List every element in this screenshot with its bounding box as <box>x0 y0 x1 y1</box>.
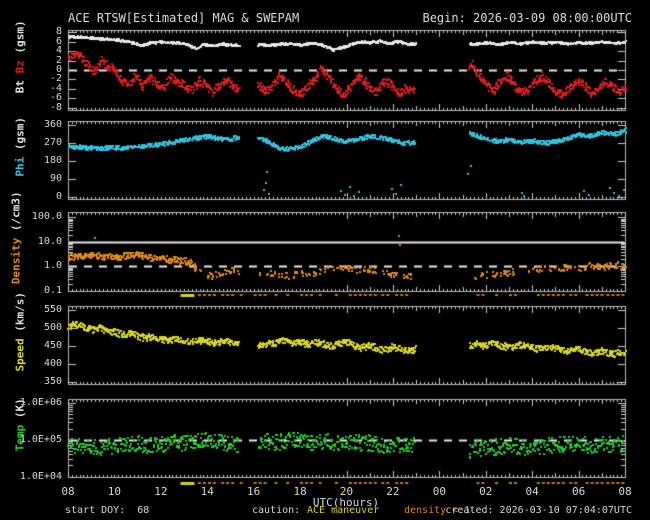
y-tick-label-temp: 1.0E+04 <box>19 471 62 482</box>
x-tick-label: 14 <box>200 485 214 498</box>
x-tick-label: 06 <box>571 485 586 498</box>
y-tick-label-phi: 0 <box>55 191 62 202</box>
y-tick-label-speed: 350 <box>43 376 62 387</box>
plot-title: ACE RTSW[Estimated] MAG & SWEPAM <box>68 11 300 25</box>
x-tick-label: 16 <box>247 485 261 498</box>
y-tick-label-speed: 450 <box>43 340 62 351</box>
start-doy-label: start DOY: 68 <box>65 505 150 516</box>
y-tick-label-temp: 1.0E+05 <box>19 434 62 445</box>
caution-maneuver-label: ACE maneuver <box>307 505 380 516</box>
created-timestamp: created: 2026-03-10 07:04:07UTC <box>445 505 632 516</box>
y-tick-label-phi: 90 <box>49 173 62 184</box>
y-tick-label-temp: 1.0E+06 <box>19 397 62 408</box>
y-tick-label-density: 100.0 <box>31 211 62 222</box>
y-tick-label-density: 0.1 <box>43 285 62 296</box>
x-tick-label: 10 <box>107 485 122 498</box>
begin-timestamp: Begin: 2026-03-09 08:00:00UTC <box>422 11 632 25</box>
x-tick-label: 04 <box>525 485 539 498</box>
x-tick-label: 00 <box>432 485 446 498</box>
y-tick-label-phi: 270 <box>43 137 62 148</box>
y-tick-label-density: 10.0 <box>37 236 62 247</box>
x-tick-label: 22 <box>386 485 400 498</box>
ace-rtsw-plot: ACE RTSW[Estimated] MAG & SWEPAM Begin: … <box>0 0 650 520</box>
x-tick-label: 08 <box>61 485 75 498</box>
y-tick-label-speed: 500 <box>43 322 62 333</box>
x-tick-label: 02 <box>479 485 493 498</box>
x-tick-label: 08 <box>618 485 632 498</box>
y-tick-label-mag: -8 <box>49 102 62 113</box>
x-tick-label: 12 <box>154 485 168 498</box>
y-tick-label-speed: 400 <box>43 358 62 369</box>
y-tick-label-speed: 550 <box>43 304 62 315</box>
caution-label: caution: <box>252 505 301 516</box>
y-tick-label-phi: 180 <box>43 155 62 166</box>
y-tick-label-density: 1.0 <box>43 260 62 271</box>
chart-canvas <box>0 0 650 520</box>
y-tick-label-phi: 360 <box>43 119 62 130</box>
x-tick-label: 18 <box>293 485 307 498</box>
